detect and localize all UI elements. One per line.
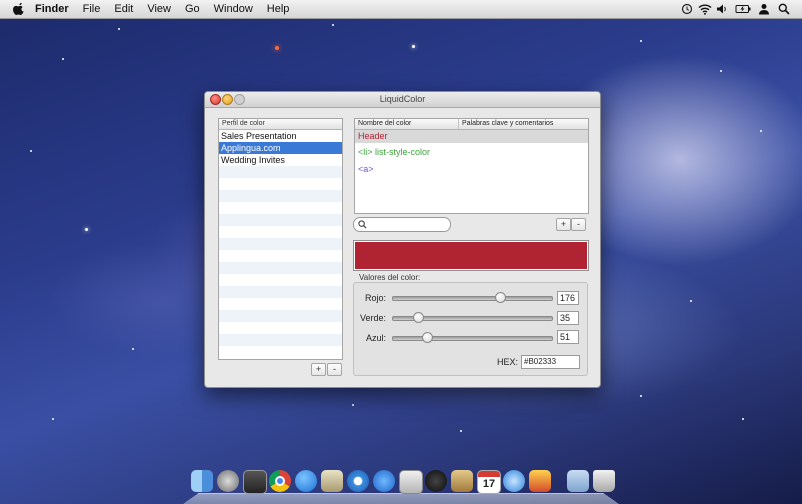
blue-label: Azul: [354,333,386,343]
list-row-empty [219,262,342,274]
calendar-icon[interactable]: 17 [477,470,501,494]
green-slider-knob[interactable] [413,312,424,323]
list-row-empty [219,238,342,250]
remove-color-button[interactable]: - [571,218,586,231]
column-header-keywords[interactable]: Palabras clave y comentarios [459,119,553,129]
launchpad-icon[interactable] [217,470,239,492]
finder-icon[interactable] [191,470,213,492]
itunes-icon[interactable] [503,470,525,492]
dock: 17 [183,466,619,504]
dock-shelf [183,493,619,504]
hex-label: HEX: [497,357,518,367]
add-profile-button[interactable]: + [311,363,326,376]
trash-icon[interactable] [593,470,615,492]
menu-bar: Finder File Edit View Go Window Help [0,0,802,19]
apple-menu-icon[interactable] [13,3,25,15]
hex-field[interactable]: #B02333 [521,355,580,369]
menu-finder[interactable]: Finder [35,3,69,15]
menu-edit[interactable]: Edit [114,3,133,15]
list-row-empty [219,310,342,322]
color-names-table[interactable]: Nombre del color Palabras clave y coment… [354,118,589,214]
window-titlebar[interactable]: LiquidColor [205,92,600,108]
preview-icon[interactable] [321,470,343,492]
green-label: Verde: [354,313,386,323]
menu-view[interactable]: View [147,3,171,15]
menu-help[interactable]: Help [267,3,290,15]
list-row-empty [219,286,342,298]
blue-value-field[interactable]: 51 [557,330,579,344]
quicktime-icon[interactable] [425,470,447,492]
list-item[interactable]: Sales Presentation [219,130,342,142]
list-row-empty [219,214,342,226]
list-row-empty [219,298,342,310]
list-row-empty [219,250,342,262]
activity-monitor-icon[interactable] [243,470,267,494]
chrome-icon[interactable] [269,470,291,492]
menu-file[interactable]: File [83,3,101,15]
table-row[interactable]: <a> [355,163,588,176]
table-header: Nombre del color Palabras clave y coment… [355,119,588,130]
downloads-folder-icon[interactable] [567,470,589,492]
calendar-day: 17 [478,477,500,492]
list-row-empty [219,274,342,286]
list-row-empty [219,202,342,214]
facetime-icon[interactable] [373,470,395,492]
photo-booth-icon[interactable] [399,470,423,494]
red-label: Rojo: [354,293,386,303]
table-row[interactable]: <li> list-style-color [355,146,588,159]
color-profile-list[interactable]: Perfil de color Sales Presentation Appli… [218,118,343,360]
menu-go[interactable]: Go [185,3,200,15]
color-swatch-fill [355,242,587,269]
window-title: LiquidColor [205,94,600,104]
remove-profile-button[interactable]: - [327,363,342,376]
list-item[interactable]: Applingua.com [219,142,342,154]
add-color-button[interactable]: + [556,218,571,231]
red-value-field[interactable]: 176 [557,291,579,305]
red-slider[interactable] [392,296,553,301]
time-machine-icon[interactable] [681,3,693,15]
search-icon [358,220,367,229]
green-value-field[interactable]: 35 [557,311,579,325]
contacts-icon[interactable] [451,470,473,492]
photo-icon[interactable] [529,470,551,492]
spotlight-icon[interactable] [778,3,790,15]
list-row-empty [219,166,342,178]
battery-icon[interactable] [735,3,751,15]
profile-column-header[interactable]: Perfil de color [219,119,342,130]
list-row-empty [219,322,342,334]
menu-window[interactable]: Window [214,3,253,15]
list-row-empty [219,346,342,358]
liquidcolor-window: LiquidColor Perfil de color Sales Presen… [204,91,601,388]
list-row-empty [219,178,342,190]
list-item[interactable]: Wedding Invites [219,154,342,166]
list-row-empty [219,226,342,238]
search-field[interactable] [353,217,451,232]
column-header-name[interactable]: Nombre del color [355,119,459,129]
wifi-icon[interactable] [698,3,712,15]
safari-icon[interactable] [347,470,369,492]
search-input[interactable] [368,218,444,229]
table-row[interactable]: Header [355,130,588,143]
list-row-empty [219,334,342,346]
blue-slider-knob[interactable] [422,332,433,343]
list-row-empty [219,190,342,202]
blue-slider[interactable] [392,336,553,341]
color-values-label: Valores del color: [359,273,420,282]
red-slider-knob[interactable] [495,292,506,303]
user-icon[interactable] [758,3,770,15]
color-values-group: Rojo: 176 Verde: 35 Azul: 51 HEX: #B0233… [353,282,588,376]
color-swatch[interactable] [353,240,589,271]
app-store-icon[interactable] [295,470,317,492]
volume-icon[interactable] [716,3,728,15]
